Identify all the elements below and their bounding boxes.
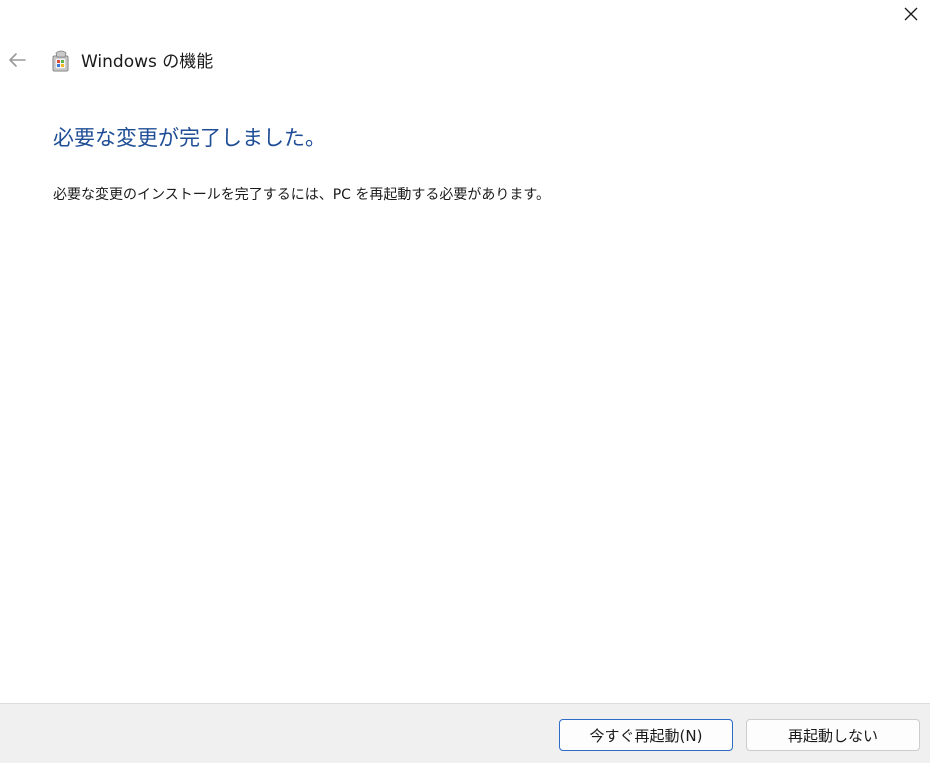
close-icon xyxy=(903,6,919,26)
window-title: Windows の機能 xyxy=(81,52,214,72)
restart-now-button[interactable]: 今すぐ再起動(N) xyxy=(559,719,733,751)
windows-features-icon xyxy=(50,49,72,73)
dont-restart-button[interactable]: 再起動しない xyxy=(746,719,920,751)
page-heading: 必要な変更が完了しました。 xyxy=(53,126,326,150)
back-arrow-icon xyxy=(7,52,27,72)
restart-message: 必要な変更のインストールを完了するには、PC を再起動する必要があります。 xyxy=(53,187,550,203)
close-button[interactable] xyxy=(892,0,930,32)
dialog-footer: 今すぐ再起動(N) 再起動しない xyxy=(0,703,930,763)
back-button[interactable] xyxy=(4,50,30,74)
